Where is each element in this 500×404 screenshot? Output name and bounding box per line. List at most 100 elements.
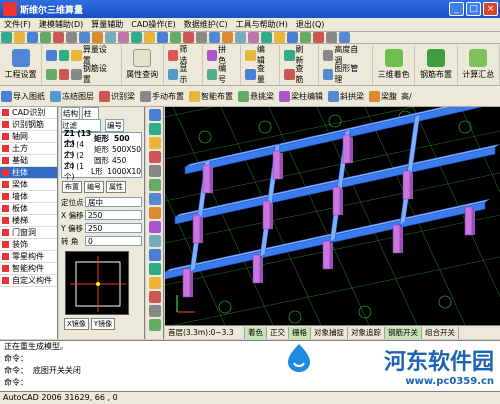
menu-modeling[interactable]: 建模辅助(D)	[35, 19, 87, 30]
redo-icon[interactable]	[53, 32, 64, 43]
open-icon[interactable]	[14, 32, 25, 43]
rotate-v-icon[interactable]	[149, 319, 161, 331]
menu-cad[interactable]: CAD操作(E)	[127, 19, 180, 30]
calc-summary-button[interactable]: 计算汇总	[458, 44, 500, 85]
list-item[interactable]: Z4 (1个) L形 1000X10	[62, 162, 141, 181]
break-icon[interactable]	[287, 32, 298, 43]
nav-item-custom[interactable]: 自定义构件	[0, 275, 57, 287]
new-icon[interactable]	[1, 32, 12, 43]
rotation-input[interactable]: 0	[85, 236, 142, 246]
number-dropdown[interactable]: 编号	[105, 118, 124, 132]
dim-icon[interactable]	[149, 221, 161, 233]
copy-v-icon[interactable]	[149, 249, 161, 261]
array-v-icon[interactable]	[149, 291, 161, 303]
minimize-button[interactable]: _	[449, 2, 464, 16]
copy-icon[interactable]	[196, 32, 207, 43]
arch-beam-button[interactable]: 斜拱梁	[340, 91, 364, 102]
nav-item-column[interactable]: 柱体	[0, 167, 57, 179]
nav-item-foundation[interactable]: 基础	[0, 155, 57, 167]
orbit-icon[interactable]	[131, 32, 142, 43]
nav-item-stair[interactable]: 楼梯	[0, 215, 57, 227]
model-viewport[interactable]	[165, 107, 500, 325]
hatch-icon[interactable]	[149, 193, 161, 205]
beam-column-edit-button[interactable]: 梁柱编辑	[291, 91, 323, 102]
cantilever-beam-button[interactable]: 悬挑梁	[250, 91, 274, 102]
close-button[interactable]: ×	[483, 2, 498, 16]
tab-layout[interactable]: 布置	[62, 181, 82, 193]
shading-toggle[interactable]: 着色	[245, 326, 267, 339]
save-icon[interactable]	[27, 32, 38, 43]
floor-indicator[interactable]: 首层(3.3m):0~3.3	[165, 326, 245, 339]
erase-v-icon[interactable]	[149, 235, 161, 247]
line-icon[interactable]	[149, 123, 161, 135]
nav-item-wall[interactable]: 墙体	[0, 191, 57, 203]
offset-v-icon[interactable]	[149, 277, 161, 289]
rotate-icon[interactable]	[222, 32, 233, 43]
graphic-manage-button[interactable]: 图形管理	[334, 63, 365, 85]
otrack-toggle[interactable]: 对象追踪	[348, 326, 385, 339]
nav-item-earthwork[interactable]: 土方	[0, 143, 57, 155]
menu-data[interactable]: 数据维护(C)	[180, 19, 232, 30]
explode-icon[interactable]	[339, 32, 350, 43]
grid-icon[interactable]	[170, 32, 181, 43]
maximize-button[interactable]: □	[466, 2, 481, 16]
number-button[interactable]: 编号	[218, 63, 233, 85]
offset-icon[interactable]	[248, 32, 259, 43]
display-button[interactable]: 显示	[179, 63, 194, 85]
import-drawing-button[interactable]: 导入图纸	[13, 91, 45, 102]
select-icon[interactable]	[149, 109, 161, 121]
mirror-x-button[interactable]: X镜像	[64, 318, 89, 330]
undo-icon[interactable]	[40, 32, 51, 43]
menu-file[interactable]: 文件(F)	[0, 19, 35, 30]
move-icon[interactable]	[209, 32, 220, 43]
menu-quantity[interactable]: 算量辅助	[87, 19, 127, 30]
array-icon[interactable]	[300, 32, 311, 43]
rebar-toggle[interactable]: 钢筋开关	[385, 326, 422, 339]
x-offset-input[interactable]: 250	[85, 210, 142, 220]
view-icon[interactable]	[105, 32, 116, 43]
nav-item-axis[interactable]: 轴网	[0, 131, 57, 143]
check-quantity-button[interactable]: 查量	[257, 63, 272, 85]
y-offset-input[interactable]: 250	[85, 223, 142, 233]
property-query-button[interactable]: 属性查询	[122, 44, 164, 85]
mirror-y-button[interactable]: Y镜像	[90, 318, 116, 330]
rebar-settings-button[interactable]: 钢筋设置	[83, 63, 114, 85]
beam-web-button[interactable]: 梁腹	[381, 91, 397, 102]
mirror-icon[interactable]	[235, 32, 246, 43]
anchor-select[interactable]: 居中	[85, 197, 142, 207]
stretch-icon[interactable]	[326, 32, 337, 43]
extend-icon[interactable]	[274, 32, 285, 43]
nav-item-smart[interactable]: 智能构件	[0, 263, 57, 275]
text-icon[interactable]	[149, 207, 161, 219]
polyline-icon[interactable]	[149, 137, 161, 149]
check-rebar-button[interactable]: 查筋	[296, 63, 311, 85]
nav-item-rebar-id[interactable]: 识别钢筋	[0, 119, 57, 131]
arc-icon[interactable]	[149, 165, 161, 177]
rebar-layout-button[interactable]: 钢筋布置	[415, 44, 458, 85]
freeze-layer-button[interactable]: 冻结图层	[62, 91, 94, 102]
nav-item-beam[interactable]: 梁体	[0, 179, 57, 191]
grid-toggle[interactable]: 栅格	[289, 326, 311, 339]
osnap-toggle[interactable]: 对象捕捉	[311, 326, 348, 339]
scale-icon[interactable]	[313, 32, 324, 43]
manual-layout-button[interactable]: 手动布置	[152, 91, 184, 102]
mirror-v-icon[interactable]	[149, 263, 161, 275]
pan-icon[interactable]	[79, 32, 90, 43]
nav-item-misc[interactable]: 零星构件	[0, 251, 57, 263]
move-v-icon[interactable]	[149, 305, 161, 317]
nav-item-cad[interactable]: CAD识别	[0, 107, 57, 119]
3d-shading-button[interactable]: 三维着色	[373, 44, 416, 85]
trim-icon[interactable]	[261, 32, 272, 43]
render-icon[interactable]	[118, 32, 129, 43]
nav-item-opening[interactable]: 门窗洞	[0, 227, 57, 239]
tab-number[interactable]: 编号	[84, 181, 104, 193]
erase-icon[interactable]	[183, 32, 194, 43]
zoom-icon[interactable]	[66, 32, 77, 43]
ortho-toggle[interactable]: 正交	[267, 326, 289, 339]
nav-item-slab[interactable]: 板体	[0, 203, 57, 215]
project-settings-button[interactable]: 工程设置	[0, 44, 43, 85]
layer-icon[interactable]	[92, 32, 103, 43]
measure-icon[interactable]	[144, 32, 155, 43]
identify-beam-button[interactable]: 识别梁	[111, 91, 135, 102]
nav-item-decoration[interactable]: 装饰	[0, 239, 57, 251]
